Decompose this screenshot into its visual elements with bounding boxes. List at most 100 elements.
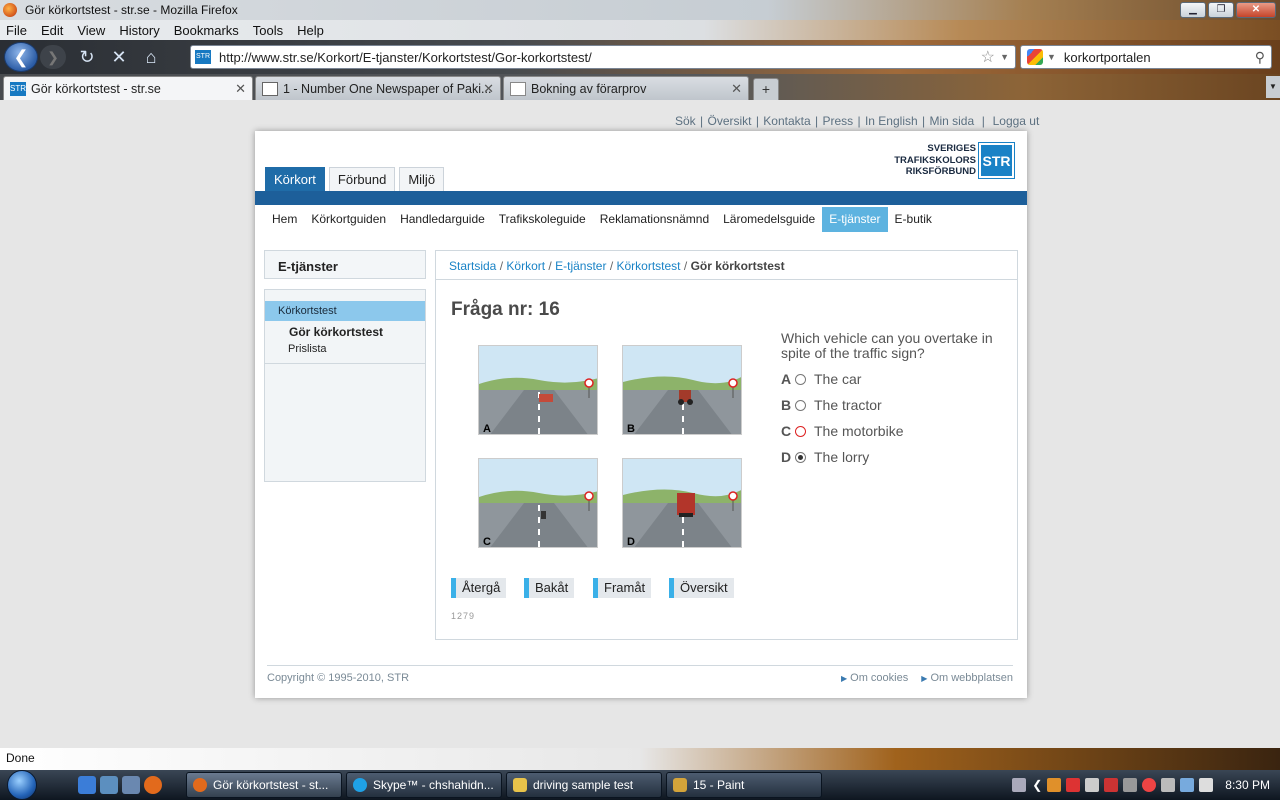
stop-icon[interactable]: ✕	[108, 46, 130, 68]
menu-history[interactable]: History	[119, 23, 159, 38]
power-icon[interactable]	[1161, 778, 1176, 792]
windows-taskbar: Gör körkortstest - st... Skype™ - chshah…	[0, 770, 1280, 800]
google-icon[interactable]	[1027, 49, 1043, 65]
minimize-button[interactable]: ▁	[1180, 2, 1206, 18]
taskbar-item-folder[interactable]: driving sample test	[506, 772, 662, 798]
close-tab-icon[interactable]: ✕	[235, 81, 246, 97]
tab-miljo[interactable]: Miljö	[399, 167, 445, 191]
toplink-sok[interactable]: Sök	[675, 114, 696, 128]
tab-newspaper[interactable]: 1 - Number One Newspaper of Paki... ✕	[255, 76, 501, 100]
tools-icon[interactable]	[1085, 778, 1100, 792]
tray-app-icon[interactable]	[1142, 778, 1157, 792]
search-icon[interactable]: ⚲	[1255, 49, 1265, 66]
option-c[interactable]: C The motorbike	[781, 423, 903, 439]
toplink-min-sida[interactable]: Min sida	[929, 114, 974, 128]
close-tab-icon[interactable]: ✕	[731, 81, 742, 97]
tab-bar: STR Gör körkortstest - str.se ✕ 1 - Numb…	[0, 74, 1280, 100]
breadcrumb-korkortstest[interactable]: Körkortstest	[617, 259, 681, 273]
menu-edit[interactable]: Edit	[41, 23, 63, 38]
ie-icon[interactable]	[78, 776, 96, 794]
close-window-button[interactable]: ✕	[1236, 2, 1276, 18]
footer-link-webbplatsen[interactable]: ▶ Om webbplatsen	[921, 672, 1013, 684]
keyboard-icon[interactable]	[1012, 778, 1027, 792]
option-d-radio[interactable]	[795, 451, 806, 463]
option-b[interactable]: B The tractor	[781, 397, 882, 413]
folder-icon	[513, 778, 527, 792]
switch-windows-icon[interactable]	[122, 776, 140, 794]
taskbar-item-skype[interactable]: Skype™ - chshahidn...	[346, 772, 502, 798]
firefox-quicklaunch-icon[interactable]	[144, 776, 162, 794]
url-bar[interactable]: STR http://www.str.se/Korkort/E-tjanster…	[190, 45, 1016, 69]
option-c-radio[interactable]	[795, 425, 806, 437]
option-a-radio[interactable]	[795, 373, 806, 385]
reload-icon[interactable]: ↻	[76, 46, 98, 68]
bookmark-star-icon[interactable]: ☆	[981, 47, 995, 67]
search-bar[interactable]: ▼ korkortportalen ⚲	[1020, 45, 1272, 69]
subnav-hem[interactable]: Hem	[265, 207, 304, 232]
option-d[interactable]: D The lorry	[781, 449, 869, 465]
breadcrumb-korkort[interactable]: Körkort	[506, 259, 545, 273]
search-engine-dropdown-icon[interactable]: ▼	[1047, 52, 1056, 62]
sidebar-item-gor-korkortstest[interactable]: Gör körkortstest	[265, 321, 425, 339]
toplink-logga-ut[interactable]: Logga ut	[993, 114, 1040, 128]
oversikt-button[interactable]: Översikt	[669, 578, 734, 598]
framat-button[interactable]: Framåt	[593, 578, 652, 598]
taskbar-item-firefox[interactable]: Gör körkortstest - st...	[186, 772, 342, 798]
atergaa-button[interactable]: Återgå	[451, 578, 507, 598]
tray-expand-icon[interactable]: ❮	[1032, 778, 1042, 792]
tab-bokning[interactable]: Bokning av förarprov ✕	[503, 76, 749, 100]
close-tab-icon[interactable]: ✕	[483, 81, 494, 97]
toplink-oversikt[interactable]: Översikt	[707, 114, 751, 128]
volume-icon[interactable]	[1199, 778, 1214, 792]
subnav-handledarguide[interactable]: Handledarguide	[393, 207, 492, 232]
option-a[interactable]: A The car	[781, 371, 861, 387]
taskbar-item-paint[interactable]: 15 - Paint	[666, 772, 822, 798]
menu-file[interactable]: File	[6, 23, 27, 38]
antivirus-icon[interactable]	[1066, 778, 1081, 792]
breadcrumb-startsida[interactable]: Startsida	[449, 259, 496, 273]
str-logo[interactable]: SVERIGES TRAFIKSKOLORS RIKSFÖRBUND STR	[894, 142, 1015, 179]
clock[interactable]: 8:30 PM	[1225, 778, 1270, 792]
start-button[interactable]	[0, 770, 44, 800]
subnav-laromedelsguide[interactable]: Läromedelsguide	[716, 207, 822, 232]
toplink-kontakta[interactable]: Kontakta	[763, 114, 810, 128]
breadcrumb-e-tjanster[interactable]: E-tjänster	[555, 259, 606, 273]
menu-bookmarks[interactable]: Bookmarks	[174, 23, 239, 38]
menu-help[interactable]: Help	[297, 23, 324, 38]
tab-korkort[interactable]: Körkort	[265, 167, 325, 191]
tray-app-icon[interactable]	[1104, 778, 1119, 792]
main-tabs: Körkort Förbund Miljö	[265, 167, 445, 191]
option-b-radio[interactable]	[795, 399, 806, 411]
subnav-reklamationsnamnd[interactable]: Reklamationsnämnd	[593, 207, 716, 232]
subnav-trafikskoleguide[interactable]: Trafikskoleguide	[492, 207, 593, 232]
new-tab-button[interactable]: +	[753, 78, 779, 100]
network-icon[interactable]	[1180, 778, 1195, 792]
subnav-korkortguiden[interactable]: Körkortguiden	[304, 207, 393, 232]
show-desktop-icon[interactable]	[100, 776, 118, 794]
tab-list-button[interactable]: ▼	[1266, 76, 1280, 98]
toplink-press[interactable]: Press	[822, 114, 853, 128]
url-dropdown-icon[interactable]: ▼	[1000, 52, 1009, 62]
tab-forbund[interactable]: Förbund	[328, 167, 396, 191]
subnav-e-tjanster[interactable]: E-tjänster	[822, 207, 888, 232]
sidebar-item-prislista[interactable]: Prislista	[265, 339, 425, 355]
sidebar-item-korkortstest[interactable]: Körkortstest	[265, 301, 425, 321]
bakat-button[interactable]: Bakåt	[524, 578, 575, 598]
home-icon[interactable]: ⌂	[140, 46, 162, 68]
site-favicon: STR	[195, 50, 211, 64]
menu-tools[interactable]: Tools	[253, 23, 283, 38]
back-button[interactable]: ❮	[4, 42, 38, 72]
tab-gor-korkortstest[interactable]: STR Gör körkortstest - str.se ✕	[3, 76, 253, 100]
subnav-e-butik[interactable]: E-butik	[888, 207, 939, 232]
toplink-in-english[interactable]: In English	[865, 114, 918, 128]
site-page: SVERIGES TRAFIKSKOLORS RIKSFÖRBUND STR K…	[255, 131, 1027, 698]
menu-view[interactable]: View	[77, 23, 105, 38]
sidebar-divider	[265, 363, 425, 364]
device-icon[interactable]	[1123, 778, 1138, 792]
site-footer: Copyright © 1995-2010, STR ▶ Om cookies ▶…	[267, 665, 1013, 684]
maximize-button[interactable]: ❐	[1208, 2, 1234, 18]
forward-button[interactable]: ❯	[40, 45, 66, 69]
footer-link-cookies[interactable]: ▶ Om cookies	[841, 672, 908, 684]
search-input[interactable]: korkortportalen	[1064, 50, 1151, 65]
tray-app-icon[interactable]	[1047, 778, 1062, 792]
